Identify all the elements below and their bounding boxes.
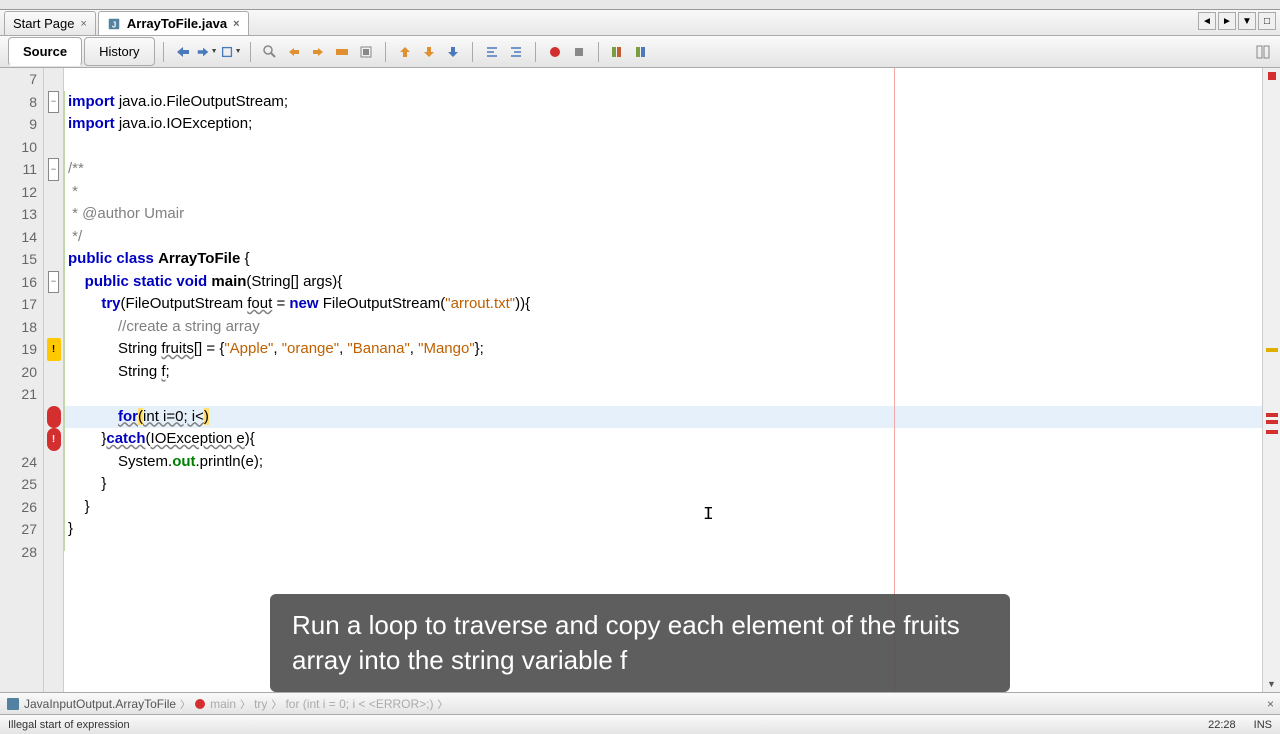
- tab-prev-button[interactable]: ◄: [1198, 12, 1216, 30]
- prev-bookmark-icon[interactable]: [394, 41, 416, 63]
- editor-toolbar: Source History ▼ ▼: [0, 36, 1280, 68]
- class-icon: [6, 697, 20, 711]
- comment-icon[interactable]: [607, 41, 629, 63]
- status-insert-mode[interactable]: INS: [1254, 719, 1272, 731]
- error-stripe[interactable]: ▲ ▼: [1262, 68, 1280, 692]
- start-macro-icon[interactable]: [544, 41, 566, 63]
- breadcrumb-method[interactable]: main: [210, 697, 236, 711]
- history-tab[interactable]: History: [84, 37, 154, 66]
- close-icon[interactable]: ×: [1267, 697, 1274, 711]
- status-error-text: Illegal start of expression: [8, 719, 130, 731]
- tab-label: Start Page: [13, 16, 74, 31]
- scroll-down-icon[interactable]: ▼: [1263, 676, 1280, 692]
- next-bookmark-icon[interactable]: [418, 41, 440, 63]
- find-next-icon[interactable]: [307, 41, 329, 63]
- nav-back-icon[interactable]: [172, 41, 194, 63]
- shift-right-icon[interactable]: [505, 41, 527, 63]
- status-cursor-pos: 22:28: [1208, 719, 1236, 731]
- error-mark[interactable]: [1266, 413, 1278, 417]
- text-caret-icon: I: [703, 505, 714, 525]
- toggle-highlight-icon[interactable]: [331, 41, 353, 63]
- main-toolbar: [0, 0, 1280, 10]
- tab-next-button[interactable]: ►: [1218, 12, 1236, 30]
- nav-fwd-icon[interactable]: ▼: [196, 41, 218, 63]
- shift-left-icon[interactable]: [481, 41, 503, 63]
- fold-icon[interactable]: −: [48, 271, 59, 294]
- split-icon[interactable]: [1252, 41, 1274, 63]
- toggle-bookmark-icon[interactable]: [355, 41, 377, 63]
- breadcrumb-bar: JavaInputOutput.ArrayToFile 〉 main 〉 try…: [0, 692, 1280, 714]
- breadcrumb-for[interactable]: for (int i = 0; i < <ERROR>;): [285, 697, 433, 711]
- source-tab[interactable]: Source: [8, 37, 82, 66]
- svg-text:J: J: [112, 20, 116, 29]
- tab-arraytofile[interactable]: J ArrayToFile.java ×: [98, 11, 249, 35]
- close-icon[interactable]: ×: [80, 18, 86, 30]
- line-number-gutter: 7891011121314151617181920212425262728: [0, 68, 44, 692]
- find-prev-icon[interactable]: [283, 41, 305, 63]
- warning-icon[interactable]: !: [47, 338, 61, 361]
- last-edit-icon[interactable]: ▼: [220, 41, 242, 63]
- file-tab-bar: Start Page × J ArrayToFile.java × ◄ ► ▼ …: [0, 10, 1280, 36]
- tab-nav-controls: ◄ ► ▼ □: [1198, 12, 1276, 30]
- error-summary-icon[interactable]: [1268, 72, 1276, 80]
- glyph-margin: − − − ! !: [44, 68, 64, 692]
- tab-list-button[interactable]: ▼: [1238, 12, 1256, 30]
- error-mark[interactable]: [1266, 430, 1278, 434]
- fold-icon[interactable]: −: [48, 91, 59, 114]
- stop-macro-icon[interactable]: [568, 41, 590, 63]
- method-icon: [194, 698, 206, 710]
- uncomment-icon[interactable]: [631, 41, 653, 63]
- breadcrumb-class[interactable]: JavaInputOutput.ArrayToFile: [24, 697, 176, 711]
- find-selection-icon[interactable]: [259, 41, 281, 63]
- caption-overlay: Run a loop to traverse and copy each ele…: [270, 594, 1010, 692]
- error-breakpoint-icon[interactable]: [47, 406, 61, 429]
- tab-start-page[interactable]: Start Page ×: [4, 11, 96, 35]
- warning-mark[interactable]: [1266, 348, 1278, 352]
- close-icon[interactable]: ×: [233, 18, 239, 30]
- error-mark[interactable]: [1266, 420, 1278, 424]
- error-icon[interactable]: !: [47, 428, 61, 451]
- fold-icon[interactable]: −: [48, 158, 59, 181]
- java-file-icon: J: [107, 17, 121, 31]
- next-error-icon[interactable]: [442, 41, 464, 63]
- tab-label: ArrayToFile.java: [127, 16, 227, 31]
- tab-max-button[interactable]: □: [1258, 12, 1276, 30]
- breadcrumb-try[interactable]: try: [254, 697, 267, 711]
- status-bar: Illegal start of expression 22:28 INS: [0, 714, 1280, 734]
